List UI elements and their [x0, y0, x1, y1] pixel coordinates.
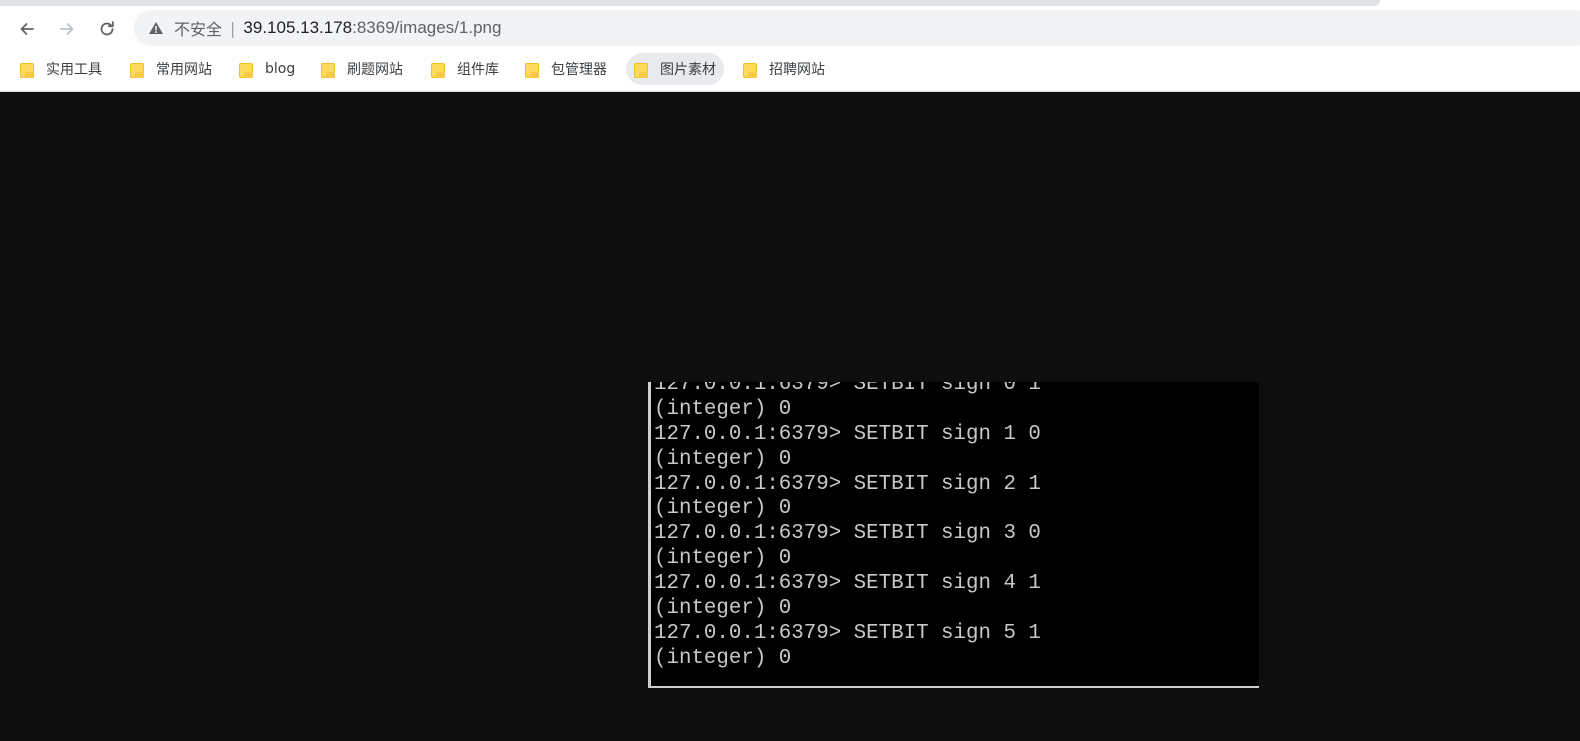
- browser-toolbar: 不安全 | 39.105.13.178:8369/images/1.png: [0, 7, 1580, 51]
- bookmark-folder-tools[interactable]: 实用工具: [12, 53, 110, 85]
- terminal-line: 127.0.0.1:6379> SETBIT sign 3 0: [654, 522, 1041, 546]
- bookmark-folder-blog[interactable]: blog: [231, 53, 303, 85]
- terminal-line: (integer) 0: [654, 547, 792, 571]
- folder-icon: [634, 61, 648, 78]
- terminal-line: (integer) 0: [654, 447, 792, 471]
- terminal-line: 127.0.0.1:6379> SETBIT sign 1 0: [654, 422, 1041, 446]
- image-border: [651, 686, 1259, 688]
- bookmark-label: 包管理器: [551, 62, 607, 78]
- folder-icon: [321, 61, 335, 78]
- bookmark-label: 图片素材: [660, 62, 716, 78]
- active-tab-edge: [0, 0, 1380, 6]
- bookmark-folder-component-library[interactable]: 组件库: [423, 53, 507, 85]
- bookmark-label: blog: [265, 61, 296, 77]
- arrow-left-icon: [20, 23, 34, 35]
- terminal-screenshot-image[interactable]: 127.0.0.1:6379> SETBIT sign 0 1 (integer…: [648, 382, 1259, 688]
- folder-icon: [525, 61, 539, 78]
- bookmarks-bar: 实用工具 常用网站 blog 刷题网站 组件库 包管理器 图片素材 招聘网站: [0, 51, 1580, 92]
- tab-strip: [0, 0, 1580, 7]
- terminal-line: (integer) 0: [654, 497, 792, 521]
- terminal-line: (integer) 0: [654, 646, 792, 670]
- reload-icon: [100, 21, 114, 36]
- folder-icon: [431, 61, 445, 78]
- forward-button[interactable]: [49, 11, 85, 47]
- back-button[interactable]: [9, 11, 45, 47]
- bookmark-label: 招聘网站: [769, 62, 825, 78]
- security-label[interactable]: 不安全: [174, 16, 222, 40]
- url-host[interactable]: 39.105.13.178: [243, 18, 352, 38]
- bookmark-label: 实用工具: [46, 62, 102, 78]
- bookmark-folder-package-manager[interactable]: 包管理器: [517, 53, 615, 85]
- bookmark-folder-common-sites[interactable]: 常用网站: [122, 53, 220, 85]
- folder-icon: [239, 61, 253, 78]
- arrow-right-icon: [60, 23, 74, 35]
- folder-icon: [20, 61, 34, 78]
- terminal-line: (integer) 0: [654, 397, 792, 421]
- warning-icon[interactable]: [148, 20, 164, 36]
- bookmark-folder-recruiting-sites[interactable]: 招聘网站: [735, 53, 833, 85]
- terminal-line: 127.0.0.1:6379> SETBIT sign 0 1: [654, 382, 1041, 396]
- folder-icon: [130, 61, 144, 78]
- bookmark-label: 刷题网站: [347, 62, 403, 78]
- terminal-line: 127.0.0.1:6379> SETBIT sign 4 1: [654, 572, 1041, 596]
- bookmark-label: 组件库: [457, 62, 499, 78]
- terminal-output: 127.0.0.1:6379> SETBIT sign 0 1 (integer…: [654, 382, 1041, 672]
- image-viewer: 127.0.0.1:6379> SETBIT sign 0 1 (integer…: [0, 92, 1580, 741]
- terminal-line: 127.0.0.1:6379> SETBIT sign 2 1: [654, 472, 1041, 496]
- reload-button[interactable]: [89, 11, 125, 47]
- bookmark-folder-image-assets[interactable]: 图片素材: [626, 53, 724, 85]
- bookmark-label: 常用网站: [156, 62, 212, 78]
- terminal-line: (integer) 0: [654, 597, 792, 621]
- bookmark-folder-coding-practice[interactable]: 刷题网站: [313, 53, 411, 85]
- address-separator: |: [230, 18, 236, 38]
- address-bar[interactable]: 不安全 | 39.105.13.178:8369/images/1.png: [134, 10, 1580, 46]
- terminal-line: 127.0.0.1:6379> SETBIT sign 5 1: [654, 621, 1041, 645]
- folder-icon: [743, 61, 757, 78]
- url-path[interactable]: :8369/images/1.png: [352, 18, 501, 38]
